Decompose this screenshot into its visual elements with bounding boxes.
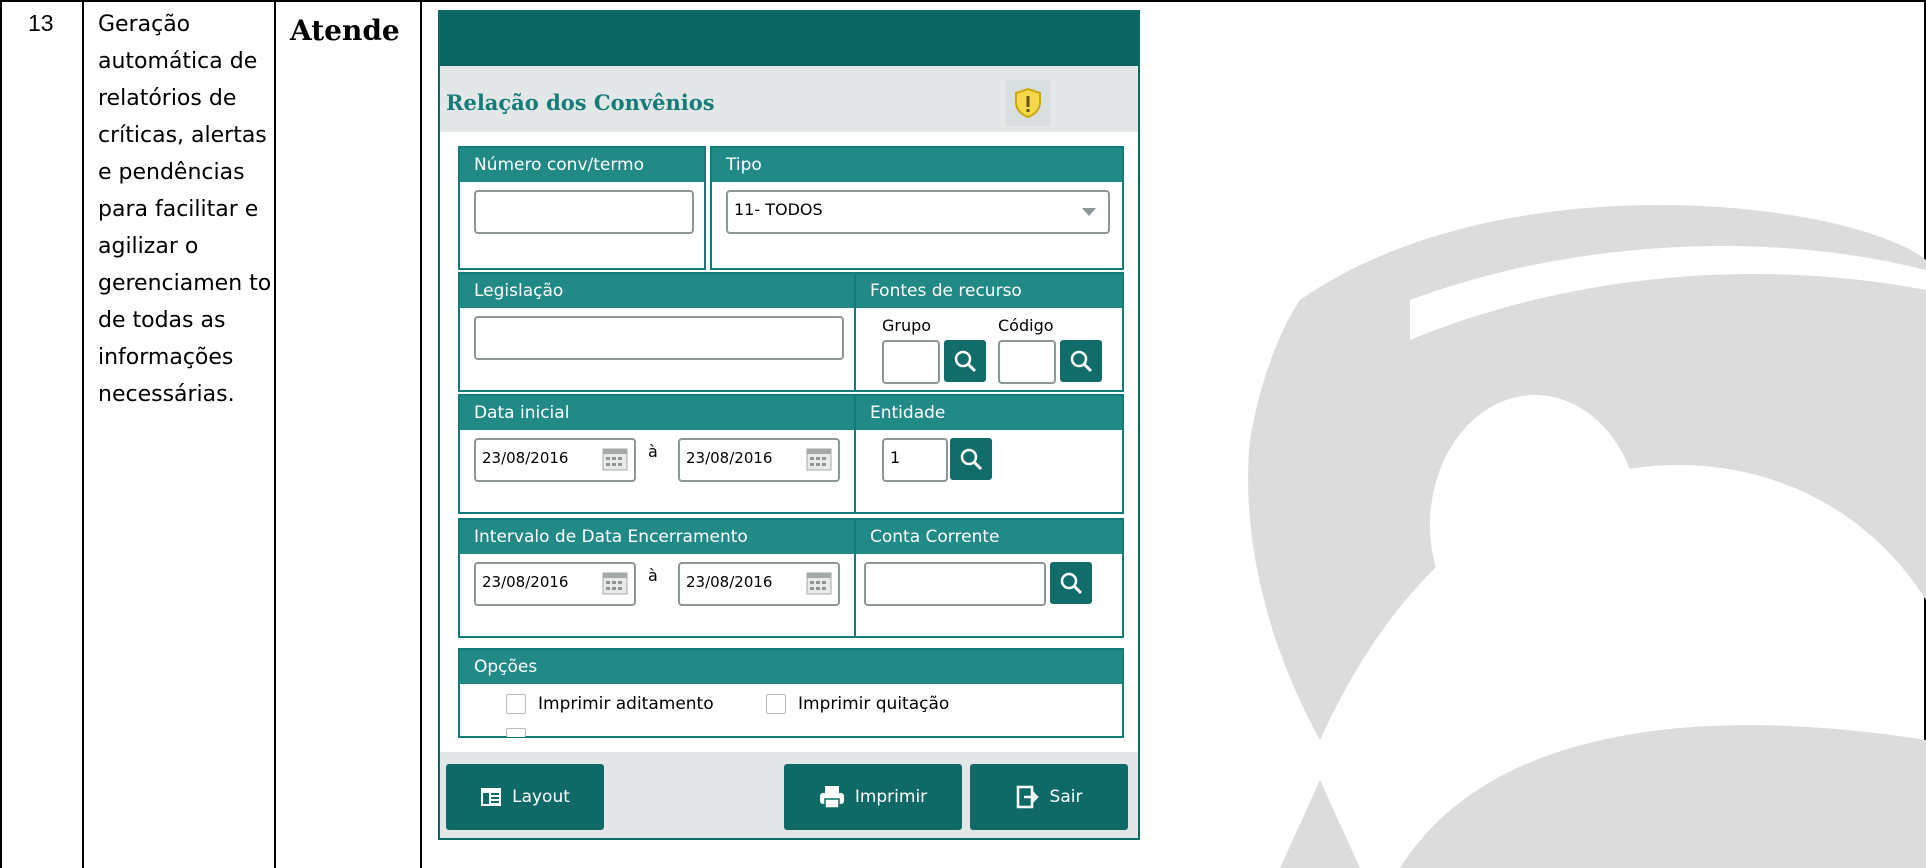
table-divider-3 — [420, 0, 422, 868]
layout-label: Layout — [512, 787, 570, 807]
search-icon — [960, 448, 983, 471]
codigo-search-button[interactable] — [1060, 340, 1102, 382]
exit-icon — [1016, 785, 1039, 809]
data-inicial-to[interactable]: 23/08/2016 — [678, 438, 840, 482]
legislacao-input[interactable] — [474, 316, 844, 360]
form-panel: Número conv/termo Tipo 11- TODOS Legisla… — [440, 132, 1138, 752]
data-inicial-group: Data inicial 23/08/2016 à 23/08/2016 — [458, 394, 856, 514]
sair-button[interactable]: Sair — [970, 764, 1128, 830]
imprimir-aditamento-checkbox[interactable] — [506, 694, 526, 714]
calendar-icon[interactable] — [806, 446, 832, 472]
table-top-border — [0, 0, 1926, 2]
numero-input[interactable] — [474, 190, 694, 234]
table-left-border — [0, 0, 2, 868]
conta-search-button[interactable] — [1050, 562, 1092, 604]
table-divider-1 — [82, 0, 84, 868]
table-divider-2 — [274, 0, 276, 868]
sair-label: Sair — [1049, 787, 1083, 807]
entidade-input[interactable]: 1 — [882, 438, 948, 482]
data-inicial-separator: à — [648, 442, 658, 461]
search-icon — [1060, 572, 1083, 595]
tipo-group: Tipo 11- TODOS — [710, 146, 1124, 270]
printer-icon — [819, 786, 844, 809]
imprimir-button[interactable]: Imprimir — [784, 764, 962, 830]
watermark-logo — [1248, 205, 1926, 868]
fontes-group: Fontes de recurso Grupo Código — [854, 272, 1124, 392]
codigo-input[interactable] — [998, 340, 1056, 384]
data-inicial-label: Data inicial — [460, 396, 854, 430]
tipo-label: Tipo — [712, 148, 1122, 182]
encerramento-group: Intervalo de Data Encerramento 23/08/201… — [458, 518, 856, 638]
entidade-group: Entidade 1 — [854, 394, 1124, 514]
window-footer: Layout Imprimir Sair — [440, 752, 1138, 838]
imprimir-quitacao-checkbox[interactable] — [766, 694, 786, 714]
conta-label: Conta Corrente — [856, 520, 1122, 554]
imprimir-label: Imprimir — [854, 787, 928, 807]
warning-shield-icon[interactable] — [1005, 80, 1051, 126]
layout-icon — [481, 788, 502, 806]
row-number: 13 — [28, 10, 54, 36]
entidade-search-button[interactable] — [950, 438, 992, 480]
fontes-label: Fontes de recurso — [856, 274, 1122, 308]
encerramento-from[interactable]: 23/08/2016 — [474, 562, 636, 606]
imprimir-aditamento-label: Imprimir aditamento — [538, 694, 714, 714]
encerramento-from-value: 23/08/2016 — [482, 573, 569, 591]
window-header-bar — [440, 12, 1138, 66]
window-title-bar: Relação dos Convênios — [440, 66, 1138, 132]
legislacao-group: Legislação — [458, 272, 856, 392]
tipo-value: 11- TODOS — [734, 200, 823, 219]
codigo-label: Código — [998, 316, 1054, 335]
calendar-icon[interactable] — [602, 570, 628, 596]
layout-button[interactable]: Layout — [446, 764, 604, 830]
conta-group: Conta Corrente — [854, 518, 1124, 638]
opcoes-label: Opções — [460, 650, 1122, 684]
grupo-label: Grupo — [882, 316, 932, 335]
data-inicial-to-value: 23/08/2016 — [686, 449, 773, 467]
data-inicial-from[interactable]: 23/08/2016 — [474, 438, 636, 482]
legislacao-label: Legislação — [460, 274, 854, 308]
calendar-icon[interactable] — [602, 446, 628, 472]
grupo-input[interactable] — [882, 340, 940, 384]
numero-group: Número conv/termo — [458, 146, 706, 270]
grupo-search-button[interactable] — [944, 340, 986, 382]
encerramento-to-value: 23/08/2016 — [686, 573, 773, 591]
numero-label: Número conv/termo — [460, 148, 704, 182]
search-icon — [954, 350, 977, 373]
conta-input[interactable] — [864, 562, 1046, 606]
hidden-option-checkbox[interactable] — [506, 728, 526, 737]
imprimir-quitacao-label: Imprimir quitação — [798, 694, 950, 714]
opcoes-group: Opções Imprimir aditamento Imprimir quit… — [458, 648, 1124, 738]
encerramento-separator: à — [648, 566, 658, 585]
encerramento-to[interactable]: 23/08/2016 — [678, 562, 840, 606]
requirement-text: Geração automática de relatórios de crít… — [98, 12, 272, 407]
calendar-icon[interactable] — [806, 570, 832, 596]
chevron-down-icon — [1082, 208, 1096, 216]
search-icon — [1070, 350, 1093, 373]
encerramento-label: Intervalo de Data Encerramento — [460, 520, 854, 554]
entidade-label: Entidade — [856, 396, 1122, 430]
report-window: Relação dos Convênios Número conv/termo … — [438, 10, 1140, 840]
status-text: Atende — [290, 14, 400, 47]
tipo-select[interactable]: 11- TODOS — [726, 190, 1110, 234]
window-title: Relação dos Convênios — [446, 90, 715, 115]
data-inicial-from-value: 23/08/2016 — [482, 449, 569, 467]
